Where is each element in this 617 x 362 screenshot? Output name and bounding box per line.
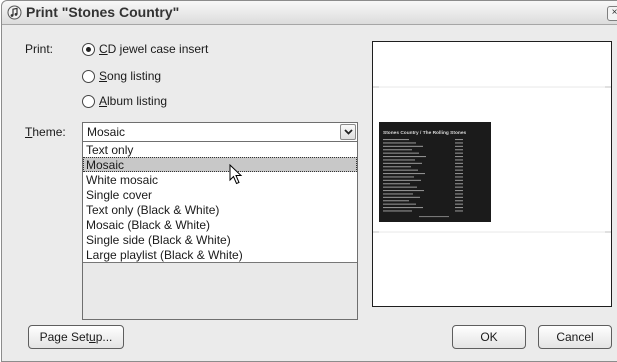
itunes-icon bbox=[7, 5, 22, 20]
theme-option-single-side-bw[interactable]: Single side (Black & White) bbox=[83, 232, 357, 247]
ok-button[interactable]: OK bbox=[452, 325, 526, 349]
theme-select[interactable]: Mosaic bbox=[82, 122, 358, 142]
print-dialog: Print "Stones Country" × Print: CD jewel… bbox=[1, 0, 617, 362]
close-icon[interactable]: × bbox=[607, 6, 617, 21]
theme-option-single-cover[interactable]: Single cover bbox=[83, 187, 357, 202]
radio-button-icon[interactable] bbox=[82, 43, 95, 56]
print-preview: Stones Country / The Rolling Stones bbox=[372, 41, 612, 307]
radio-label[interactable]: Album listing bbox=[99, 94, 167, 108]
preview-canvas: Stones Country / The Rolling Stones bbox=[373, 86, 611, 233]
title-bar[interactable]: Print "Stones Country" × bbox=[2, 1, 617, 25]
preview-header: Stones Country / The Rolling Stones bbox=[383, 130, 466, 136]
theme-dropdown-area: Text only Mosaic White mosaic Single cov… bbox=[82, 142, 358, 320]
radio-button-icon[interactable] bbox=[82, 70, 95, 83]
theme-option-large-playlist-bw[interactable]: Large playlist (Black & White) bbox=[83, 247, 357, 262]
page-setup-button[interactable]: Page Setup... bbox=[28, 325, 124, 349]
radio-button-icon[interactable] bbox=[82, 95, 95, 108]
window-title: Print "Stones Country" bbox=[26, 4, 180, 20]
cancel-button[interactable]: Cancel bbox=[538, 325, 612, 349]
dropdown-arrow-button[interactable] bbox=[340, 124, 356, 140]
radio-label[interactable]: CD jewel case insert bbox=[99, 42, 208, 56]
theme-option-text-only[interactable]: Text only bbox=[83, 142, 357, 157]
theme-option-mosaic[interactable]: Mosaic bbox=[83, 157, 357, 172]
theme-option-mosaic-bw[interactable]: Mosaic (Black & White) bbox=[83, 217, 357, 232]
radio-label[interactable]: Song listing bbox=[99, 69, 161, 83]
print-label: Print: bbox=[25, 42, 54, 56]
theme-dropdown-list[interactable]: Text only Mosaic White mosaic Single cov… bbox=[83, 142, 357, 263]
theme-option-white-mosaic[interactable]: White mosaic bbox=[83, 172, 357, 187]
theme-selected-value: Mosaic bbox=[87, 125, 126, 139]
theme-option-text-only-bw[interactable]: Text only (Black & White) bbox=[83, 202, 357, 217]
chevron-down-icon bbox=[344, 129, 353, 135]
theme-label: Theme: bbox=[25, 125, 66, 139]
mouse-pointer-icon bbox=[229, 164, 243, 185]
radio-selected-dot bbox=[86, 47, 91, 52]
